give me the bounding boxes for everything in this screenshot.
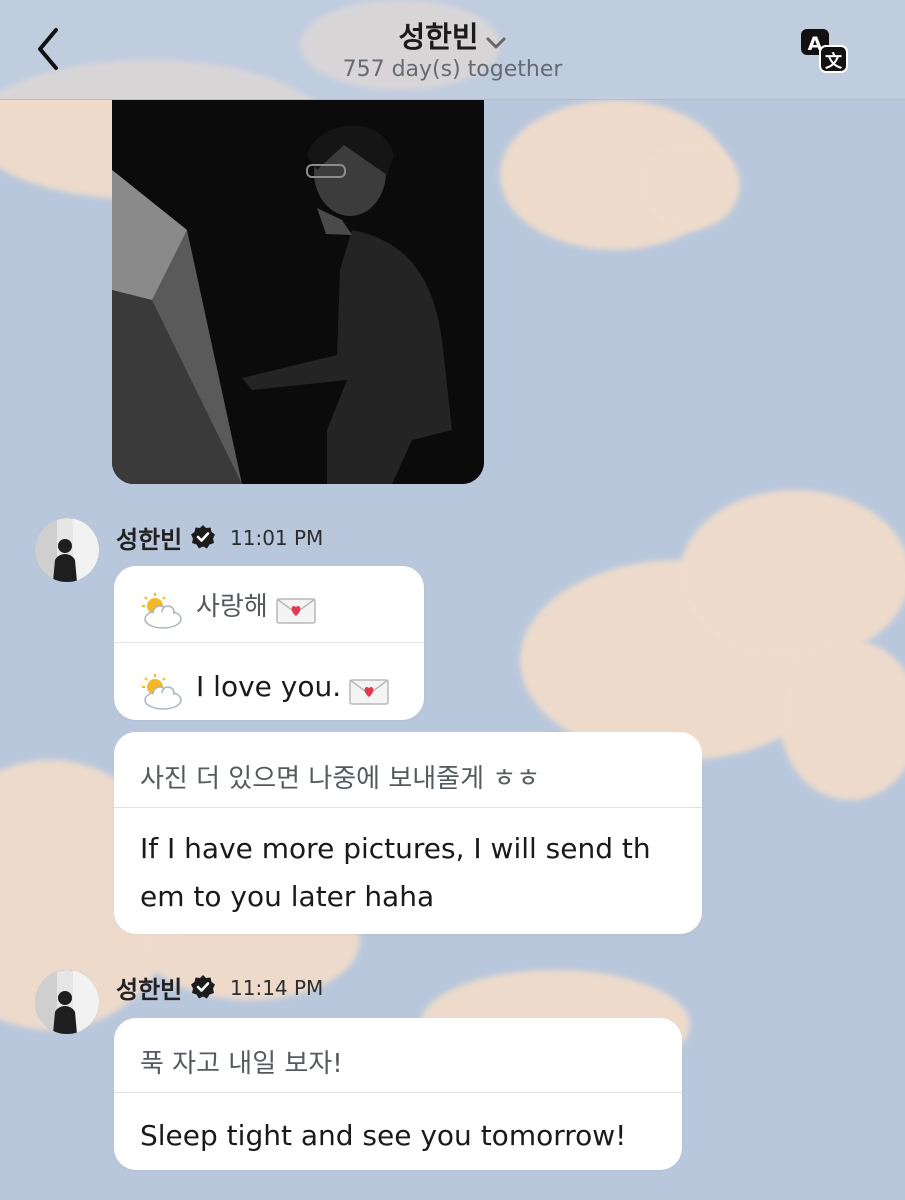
message-time: 11:01 PM <box>230 526 324 550</box>
translation-divider <box>114 1092 682 1093</box>
chat-title: 성한빈 <box>398 20 479 54</box>
message-original: 사진 더 있으면 나중에 보내줄게 ㅎㅎ <box>140 764 541 794</box>
message-bubble[interactable]: 사진 더 있으면 나중에 보내줄게 ㅎㅎ If I have more pict… <box>114 732 702 934</box>
message-translation: Sleep tight and see you tomorrow! <box>140 1119 627 1152</box>
sun-behind-cloud-icon <box>142 673 182 710</box>
sun-behind-cloud-icon <box>142 592 182 629</box>
message-translation-line-2: em to you later haha <box>140 880 435 913</box>
message-translation-line-1: If I have more pictures, I will send th <box>140 832 651 865</box>
chat-header: 성한빈 757 day(s) together A 文 <box>0 0 905 100</box>
avatar[interactable] <box>35 970 99 1034</box>
message-bubble[interactable]: 푹 자고 내일 보자! Sleep tight and see you tomo… <box>114 1018 682 1170</box>
translation-divider <box>114 807 702 808</box>
days-together: 757 day(s) together <box>342 57 563 82</box>
message-original: 사랑해 <box>138 586 448 629</box>
sender-name: 성한빈 <box>116 526 183 554</box>
translate-button[interactable]: A 文 <box>800 28 848 74</box>
photo-message[interactable] <box>112 100 484 484</box>
chat-title-dropdown[interactable]: 성한빈 <box>0 14 905 56</box>
avatar-image <box>35 970 99 1034</box>
verified-badge-icon <box>191 975 215 999</box>
sender-name: 성한빈 <box>116 976 183 1004</box>
love-letter-icon <box>276 597 316 624</box>
verified-badge-icon <box>191 525 215 549</box>
avatar-image <box>35 518 99 582</box>
translate-icon: A 文 <box>801 29 848 73</box>
message-translation: I love you. <box>138 663 448 711</box>
chevron-down-icon <box>486 37 506 48</box>
translation-divider <box>114 642 424 643</box>
svg-text:文: 文 <box>825 51 843 72</box>
avatar[interactable] <box>35 518 99 582</box>
message-original: 푹 자고 내일 보자! <box>140 1049 343 1079</box>
message-time: 11:14 PM <box>230 976 324 1000</box>
photo-image <box>112 100 484 484</box>
love-letter-icon <box>349 678 389 705</box>
message-bubble[interactable]: 사랑해 I love you. <box>114 566 424 720</box>
